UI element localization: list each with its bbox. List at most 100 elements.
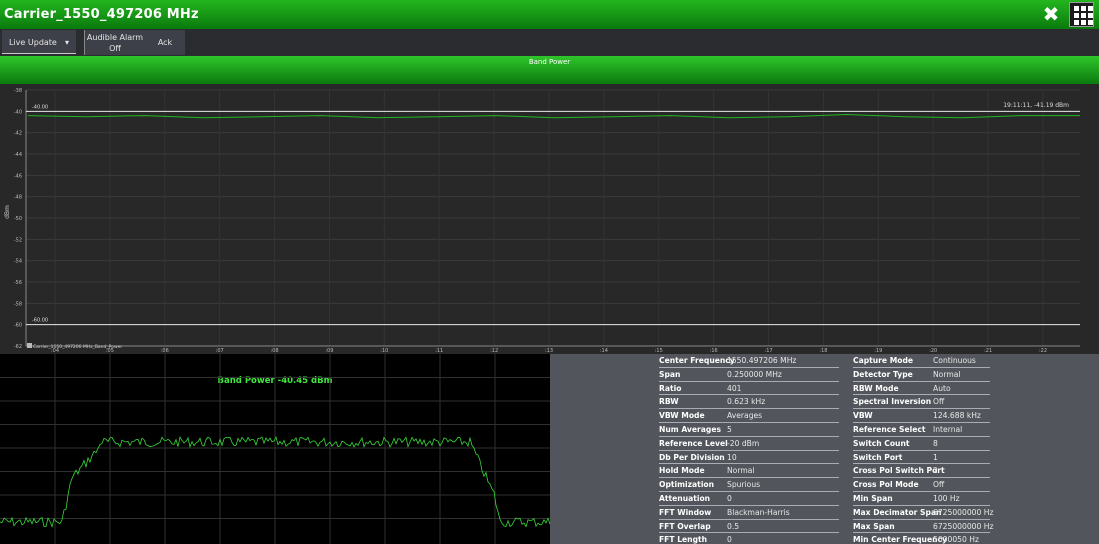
parameter-left-row: FFT Window Blackman-Harris bbox=[659, 506, 839, 520]
live-update-dropdown[interactable]: Live Update ▾ bbox=[2, 30, 76, 54]
parameter-right-row: Min Center Frequency 5000050 Hz bbox=[853, 533, 990, 544]
parameter-value: 401 bbox=[727, 383, 742, 393]
parameter-value: 1550.497206 MHz bbox=[727, 356, 797, 365]
parameter-name: Span bbox=[659, 369, 681, 379]
parameter-name: VBW Mode bbox=[659, 411, 705, 421]
parameter-right-row: Max Span 6725000000 Hz bbox=[853, 520, 993, 534]
live-update-label: Live Update bbox=[9, 38, 57, 47]
y-tick-label: -62 bbox=[14, 344, 22, 350]
parameter-name: Attenuation bbox=[659, 493, 711, 503]
y-tick-label: -48 bbox=[14, 195, 22, 201]
parameter-value: 0 bbox=[727, 535, 732, 544]
parameter-value: 0 bbox=[727, 493, 732, 503]
parameter-value: Blackman-Harris bbox=[727, 507, 790, 517]
parameter-left-row: FFT Length 0 bbox=[659, 533, 839, 544]
band-power-header: Band Power bbox=[0, 56, 1099, 84]
y-tick-label: -54 bbox=[14, 259, 22, 265]
parameter-value: 6725000000 Hz bbox=[933, 507, 994, 517]
parameter-value: 2 bbox=[933, 466, 938, 476]
parameter-right-row: Min Span 100 Hz bbox=[853, 492, 990, 506]
band-power-trend-chart: -38 -40 -42 -44 -46 -48 -50 -52 -54 -56 -58 -60 -62:… bbox=[0, 84, 1099, 354]
parameter-value: 8 bbox=[933, 438, 938, 448]
y-tick-label: -44 bbox=[14, 152, 22, 158]
parameter-left-row: FFT Overlap 0.5 bbox=[659, 520, 839, 534]
y-tick-label: -50 bbox=[14, 216, 22, 222]
parameter-name: FFT Window bbox=[659, 507, 712, 517]
y-tick-label: -40 bbox=[14, 109, 22, 115]
parameters-panel: Center Frequency 1550.497206 MHz Span 0.250… bbox=[550, 354, 1099, 544]
parameter-value: Normal bbox=[727, 466, 755, 476]
parameter-left-row: VBW Mode Averages bbox=[659, 409, 839, 423]
window-title: Carrier_1550_497206 MHz bbox=[4, 7, 199, 22]
y-tick-label: -58 bbox=[14, 301, 22, 307]
parameter-value: Auto bbox=[933, 383, 951, 393]
parameter-right-row: Cross Pol Mode Off bbox=[853, 478, 990, 492]
y-axis-label: dBm bbox=[4, 205, 11, 219]
parameter-value: Normal bbox=[933, 369, 961, 379]
parameter-value: 1 bbox=[933, 452, 938, 462]
parameter-right-row: Detector Type Normal bbox=[853, 368, 990, 382]
audible-alarm-value: Off bbox=[109, 44, 121, 53]
parameters-left-column: Center Frequency 1550.497206 MHz Span 0.250… bbox=[659, 354, 839, 544]
parameter-name: Switch Count bbox=[853, 438, 910, 448]
parameter-name: Optimization bbox=[659, 480, 715, 490]
parameter-name: Num Averages bbox=[659, 424, 721, 434]
parameter-value: 0.5 bbox=[727, 521, 740, 531]
audible-alarm-button[interactable]: Audible Alarm Off bbox=[84, 30, 145, 55]
parameter-left-row: Db Per Division 10 bbox=[659, 451, 839, 465]
parameter-value: 0.250000 MHz bbox=[727, 369, 782, 379]
spectrum-display: Band Power -40.45 dBm bbox=[0, 354, 550, 544]
parameter-name: Hold Mode bbox=[659, 466, 705, 476]
spectrum-svg: Band Power -40.45 dBm bbox=[0, 354, 550, 544]
parameter-value: 5000050 Hz bbox=[933, 535, 979, 544]
parameter-left-row: Attenuation 0 bbox=[659, 492, 839, 506]
parameter-name: Reference Select bbox=[853, 424, 926, 434]
band-power-title: Band Power bbox=[528, 58, 571, 66]
parameter-name: Cross Pol Switch Port bbox=[853, 466, 945, 476]
parameter-name: Ratio bbox=[659, 383, 682, 393]
legend-series-label: Carrier_1550_497206 MHz_Band_Power bbox=[33, 344, 122, 350]
y-tick-label: -52 bbox=[14, 237, 22, 243]
close-icon[interactable]: ✖ bbox=[1041, 4, 1061, 24]
parameter-name: Spectral Inversion bbox=[853, 397, 932, 407]
parameter-name: Cross Pol Mode bbox=[853, 480, 919, 490]
title-bar: Carrier_1550_497206 MHz ✖ bbox=[0, 0, 1099, 29]
parameter-value: 10 bbox=[727, 452, 737, 462]
parameter-name: Min Span bbox=[853, 493, 893, 503]
parameter-left-row: Center Frequency 1550.497206 MHz bbox=[659, 354, 839, 368]
parameter-name: FFT Length bbox=[659, 535, 708, 544]
parameter-value: Off bbox=[933, 397, 945, 407]
parameter-name: Capture Mode bbox=[853, 356, 914, 365]
parameter-value: Averages bbox=[727, 411, 763, 421]
parameter-value: Off bbox=[933, 480, 945, 490]
parameter-value: 0.623 kHz bbox=[727, 397, 766, 407]
parameter-name: RBW bbox=[659, 397, 679, 407]
parameter-left-row: Span 0.250000 MHz bbox=[659, 368, 839, 382]
parameter-right-row: Capture Mode Continuous bbox=[853, 354, 990, 368]
y-tick-label: -38 bbox=[14, 88, 22, 94]
parameter-left-row: RBW 0.623 kHz bbox=[659, 395, 839, 410]
grid-menu-icon[interactable] bbox=[1069, 2, 1094, 27]
parameter-name: Db Per Division bbox=[659, 452, 725, 462]
parameter-right-row: Reference Select Internal bbox=[853, 423, 990, 437]
parameter-name: Max Span bbox=[853, 521, 895, 531]
parameter-value: 5 bbox=[727, 424, 732, 434]
y-tick-label: -60 bbox=[14, 323, 22, 329]
parameter-left-row: Ratio 401 bbox=[659, 382, 839, 396]
parameter-right-row: Switch Port 1 bbox=[853, 451, 990, 465]
lower-limit-label: -60.00 bbox=[32, 318, 48, 324]
band-power-series-line bbox=[27, 113, 1080, 119]
parameter-name: Detector Type bbox=[853, 369, 913, 379]
parameter-right-row: VBW 124.688 kHz bbox=[853, 409, 990, 423]
ack-button[interactable]: Ack bbox=[145, 30, 185, 55]
y-tick-label: -56 bbox=[14, 280, 22, 286]
parameter-left-row: Optimization Spurious bbox=[659, 478, 839, 492]
parameter-name: RBW Mode bbox=[853, 383, 899, 393]
parameter-right-row: Switch Count 8 bbox=[853, 437, 990, 451]
parameter-value: Continuous bbox=[933, 356, 976, 365]
parameter-right-row: RBW Mode Auto bbox=[853, 382, 990, 396]
parameter-right-row: Cross Pol Switch Port 2 bbox=[853, 464, 990, 479]
parameter-name: Reference Level bbox=[659, 438, 728, 448]
upper-limit-label: -40.00 bbox=[32, 104, 48, 110]
audible-alarm-label: Audible Alarm bbox=[86, 33, 144, 42]
